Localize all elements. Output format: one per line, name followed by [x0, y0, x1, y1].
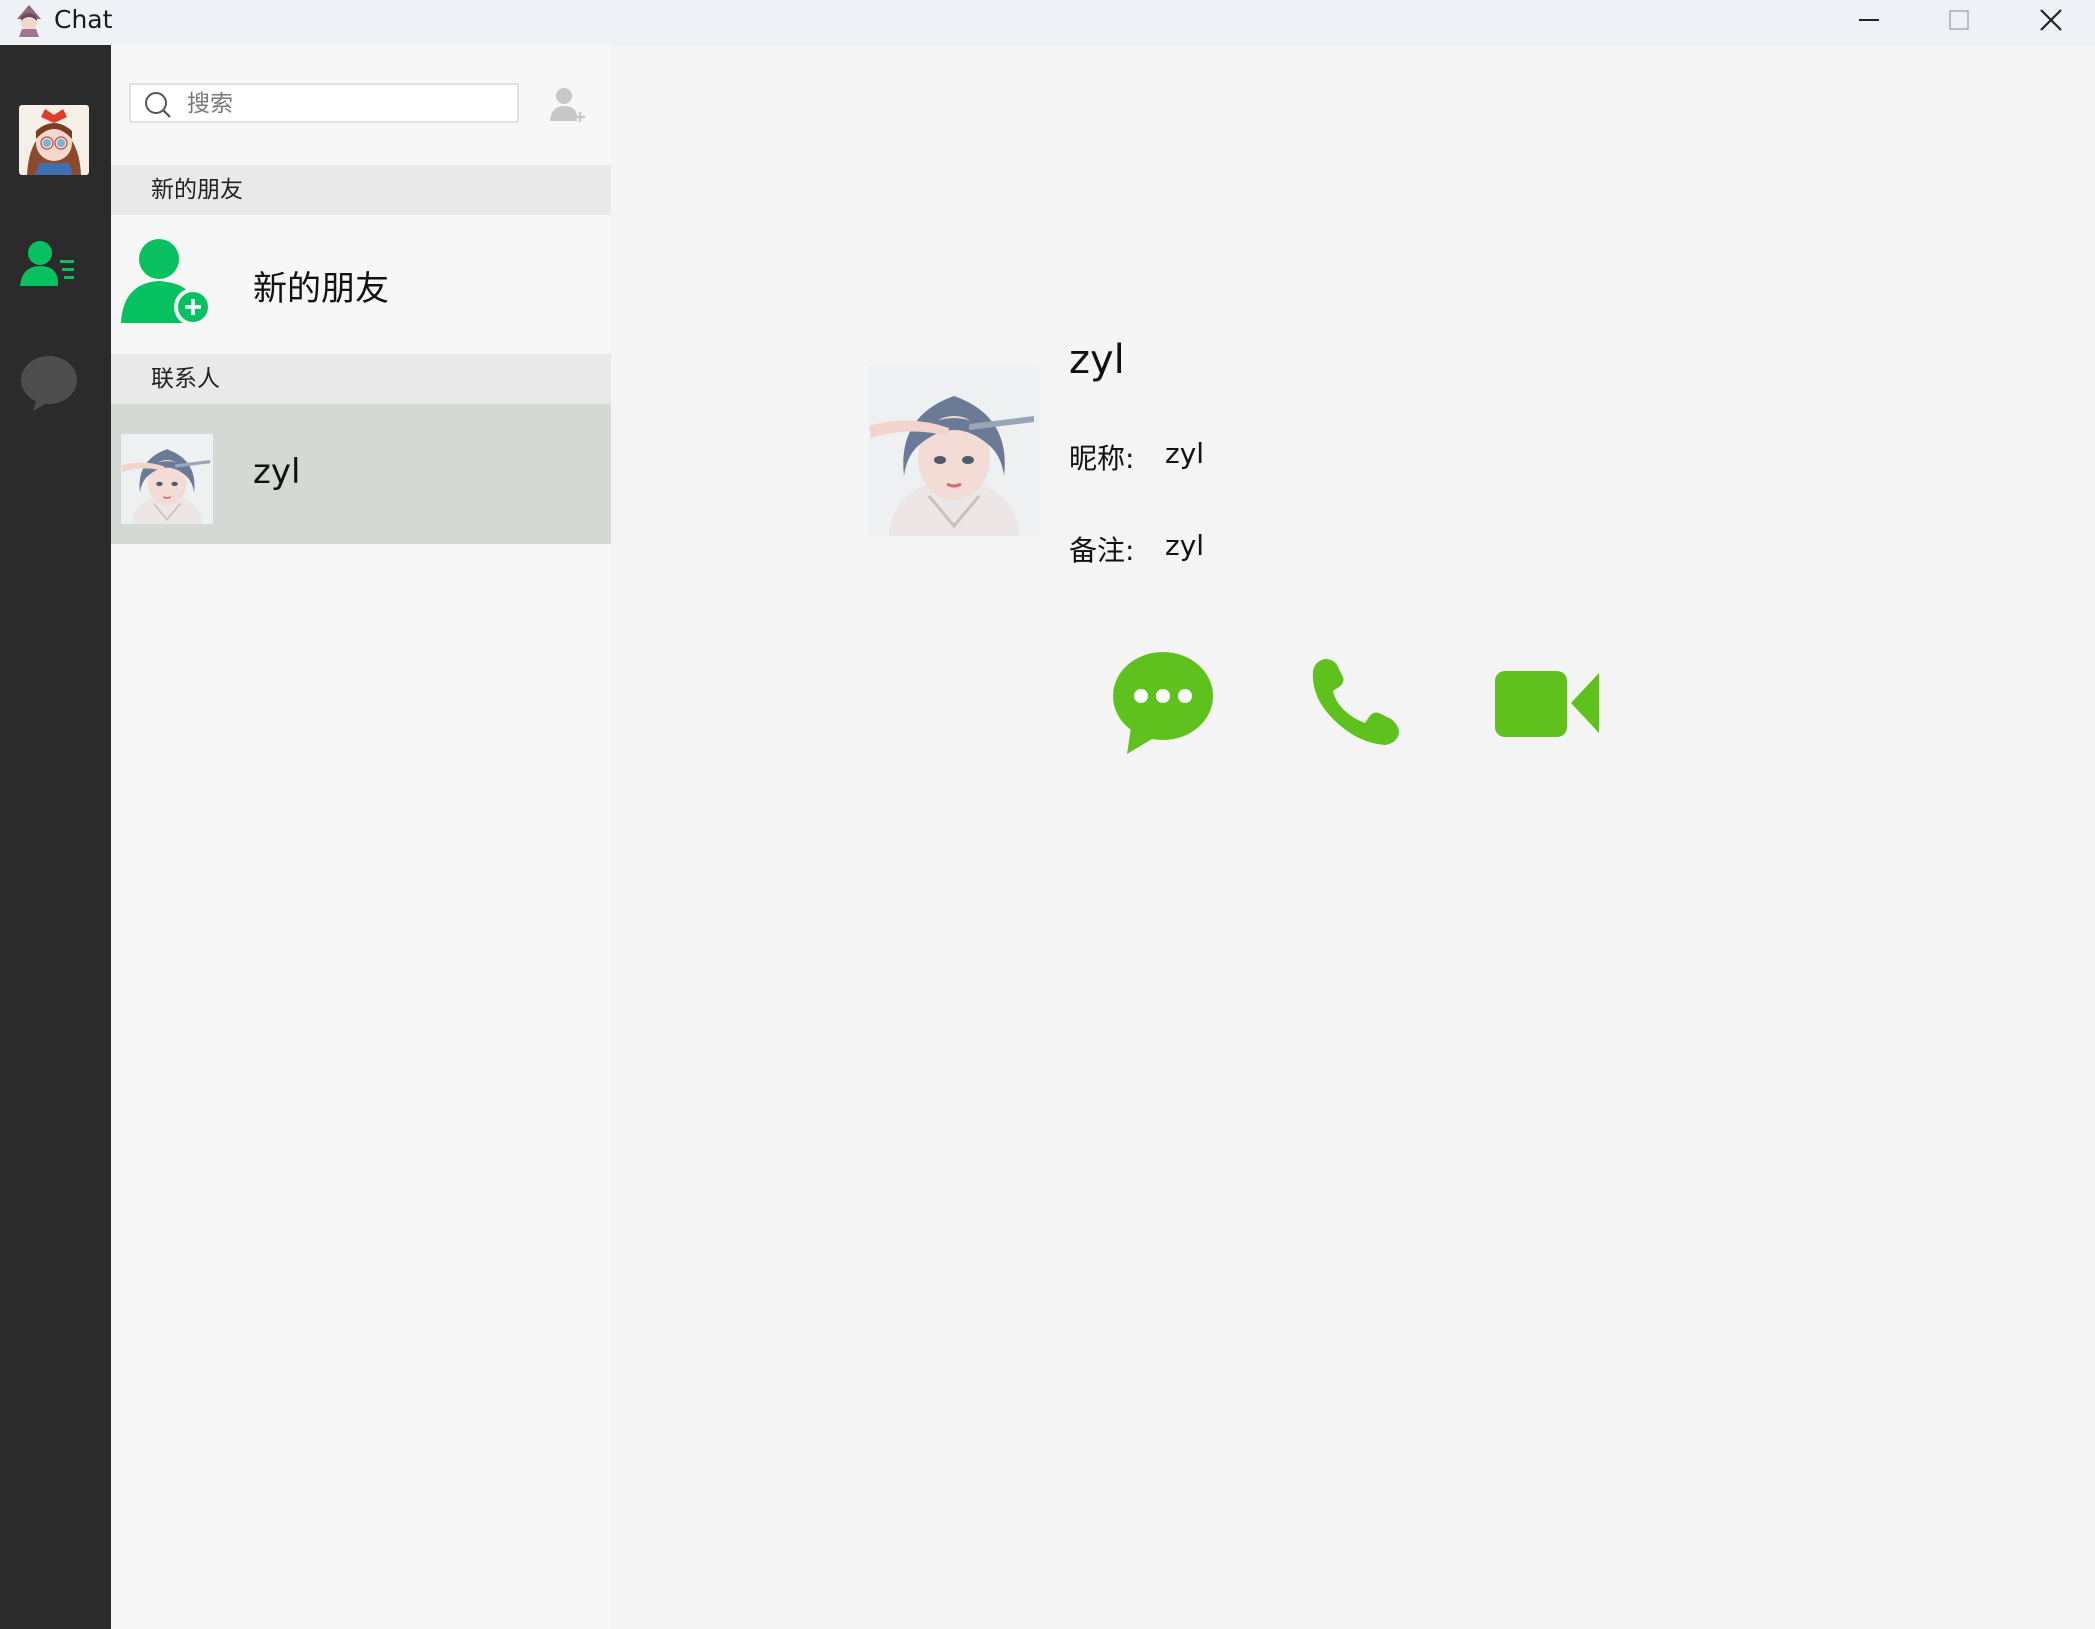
phone-icon [1312, 659, 1399, 745]
nickname-value: zyl [1165, 437, 1205, 470]
title-bar: Chat [0, 0, 2095, 45]
nav-bar [0, 45, 111, 1629]
nickname-label: 昵称: [1069, 442, 1135, 475]
contact-detail-panel: zyl 昵称: zyl 备注: zyl [611, 45, 2095, 1629]
close-icon [2040, 9, 2062, 31]
contact-list-panel: 新的朋友 新的朋友 联系人 [111, 45, 611, 1629]
add-contact-icon [550, 88, 585, 122]
close-button[interactable] [2006, 0, 2095, 40]
remark-value: zyl [1165, 529, 1205, 562]
contact-name: zyl [1069, 337, 1125, 383]
video-call-button[interactable] [1495, 665, 1601, 741]
list-item-label: 新的朋友 [253, 269, 389, 309]
list-item-label: zyl [253, 452, 301, 492]
window-title: Chat [54, 5, 113, 34]
search-icon [145, 92, 171, 118]
contacts-nav-icon[interactable] [20, 240, 78, 290]
send-message-button[interactable] [1111, 650, 1215, 754]
app-logo-icon [12, 3, 46, 37]
list-item-new-friends[interactable]: 新的朋友 [111, 215, 611, 354]
contact-item-zyl[interactable]: zyl [111, 404, 611, 544]
user-avatar[interactable] [19, 105, 89, 175]
remark-label: 备注: [1069, 534, 1135, 567]
nickname-row: 昵称: zyl [1069, 437, 1204, 477]
section-header-contacts: 联系人 [111, 354, 611, 404]
contact-avatar [121, 434, 213, 524]
maximize-button[interactable] [1914, 0, 2004, 40]
minimize-button[interactable] [1824, 0, 1914, 40]
add-friend-icon [121, 235, 213, 327]
minimize-icon [1859, 19, 1879, 21]
detail-avatar [869, 366, 1039, 536]
remark-row: 备注: zyl [1069, 529, 1204, 569]
video-camera-icon [1495, 671, 1599, 737]
search-input[interactable] [185, 85, 509, 123]
add-friend-button[interactable] [547, 85, 587, 125]
maximize-icon [1949, 10, 1969, 30]
message-icon [1113, 652, 1213, 754]
chat-bubble-icon[interactable] [19, 353, 79, 413]
search-box[interactable] [129, 83, 519, 123]
section-header-new-friends: 新的朋友 [111, 165, 611, 215]
voice-call-button[interactable] [1311, 657, 1401, 747]
